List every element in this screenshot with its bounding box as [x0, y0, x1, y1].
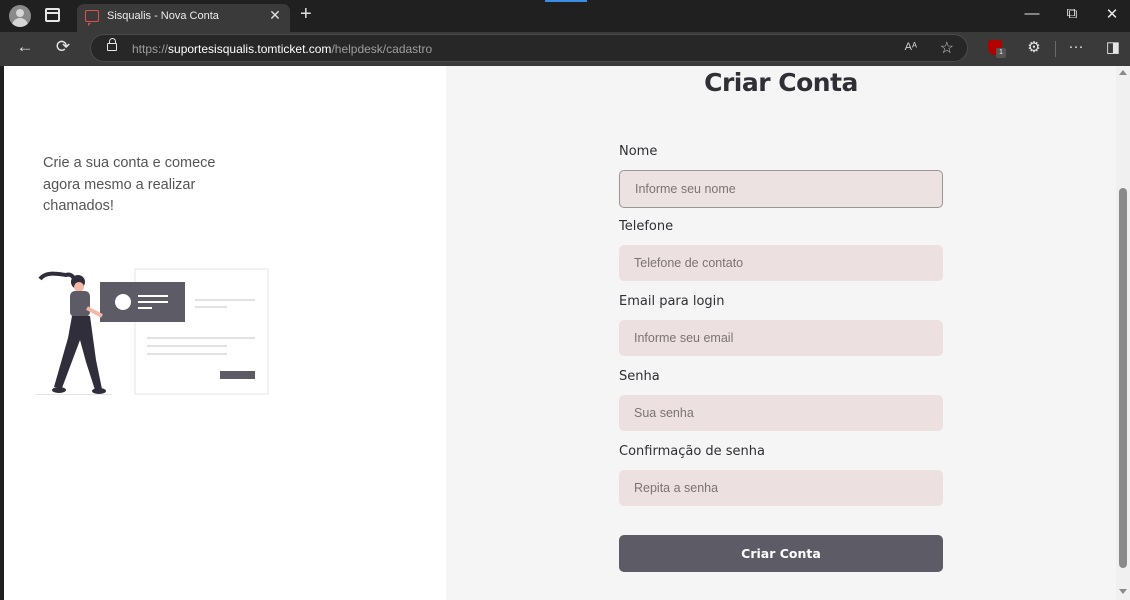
refresh-icon[interactable]: ⟳ [52, 37, 74, 57]
extensions-puzzle-icon[interactable]: ⚙ [1024, 38, 1044, 56]
minimize-button[interactable]: — [1022, 5, 1042, 22]
phone-input[interactable] [619, 245, 943, 281]
close-window-button[interactable]: ✕ [1102, 5, 1122, 23]
browser-toolbar: ← ⟳ https://suportesisqualis.tomticket.c… [0, 32, 1130, 66]
page-scrollbar[interactable] [1116, 66, 1130, 600]
page-viewport: Crie a sua conta e comece agora mesmo a … [4, 66, 1116, 600]
extension-badge: 1 [996, 48, 1006, 58]
url-host: suportesisqualis.tomticket.com [168, 42, 332, 56]
name-input[interactable] [619, 170, 943, 208]
tab-strip: Sisqualis - Nova Conta ✕ + — ⧉ ✕ [0, 0, 1130, 32]
name-label: Nome [619, 144, 658, 159]
password-label: Senha [619, 369, 660, 384]
phone-label: Telefone [619, 219, 674, 234]
url-text[interactable]: https://suportesisqualis.tomticket.com/h… [132, 42, 432, 56]
page-title: Criar Conta [704, 68, 858, 97]
create-account-button[interactable]: Criar Conta [619, 535, 943, 572]
signup-illustration [36, 268, 269, 395]
intro-text: Crie a sua conta e comece agora mesmo a … [43, 155, 216, 214]
email-label: Email para login [619, 294, 725, 309]
tab-close-icon[interactable]: ✕ [268, 7, 282, 24]
url-path: /helpdesk/cadastro [331, 42, 433, 56]
signup-panel: Criar Conta Nome Telefone Email para log… [446, 66, 1116, 600]
password-input[interactable] [619, 395, 943, 431]
scroll-thumb[interactable] [1119, 188, 1127, 568]
toolbar-divider [1055, 41, 1056, 57]
scroll-down-arrow-icon[interactable] [1119, 589, 1127, 594]
back-arrow-icon[interactable]: ← [14, 37, 36, 57]
tab-title: Sisqualis - Nova Conta [107, 10, 219, 22]
read-aloud-icon[interactable]: Aᴬ [905, 41, 917, 53]
sidebar-toggle-icon[interactable]: ◨ [1103, 38, 1123, 56]
restore-button[interactable]: ⧉ [1062, 5, 1082, 22]
lock-icon[interactable] [107, 38, 117, 51]
signup-form: Nome Telefone Email para login Senha Con… [619, 144, 943, 572]
scroll-up-arrow-icon[interactable] [1119, 70, 1127, 75]
password-confirm-label: Confirmação de senha [619, 444, 766, 459]
favorite-star-icon[interactable]: ☆ [940, 38, 954, 58]
tab-accent-line [545, 0, 587, 2]
profile-avatar-icon[interactable] [9, 5, 31, 27]
password-confirm-input[interactable] [619, 470, 943, 506]
intro-panel: Crie a sua conta e comece agora mesmo a … [4, 66, 446, 600]
more-menu-icon[interactable]: ··· [1066, 38, 1086, 55]
site-favicon-icon [85, 10, 99, 26]
tab-actions-icon[interactable] [45, 8, 60, 22]
active-tab[interactable]: Sisqualis - Nova Conta ✕ [77, 4, 290, 32]
address-bar[interactable]: https://suportesisqualis.tomticket.com/h… [90, 34, 968, 62]
email-input[interactable] [619, 320, 943, 356]
new-tab-button[interactable]: + [300, 3, 312, 26]
